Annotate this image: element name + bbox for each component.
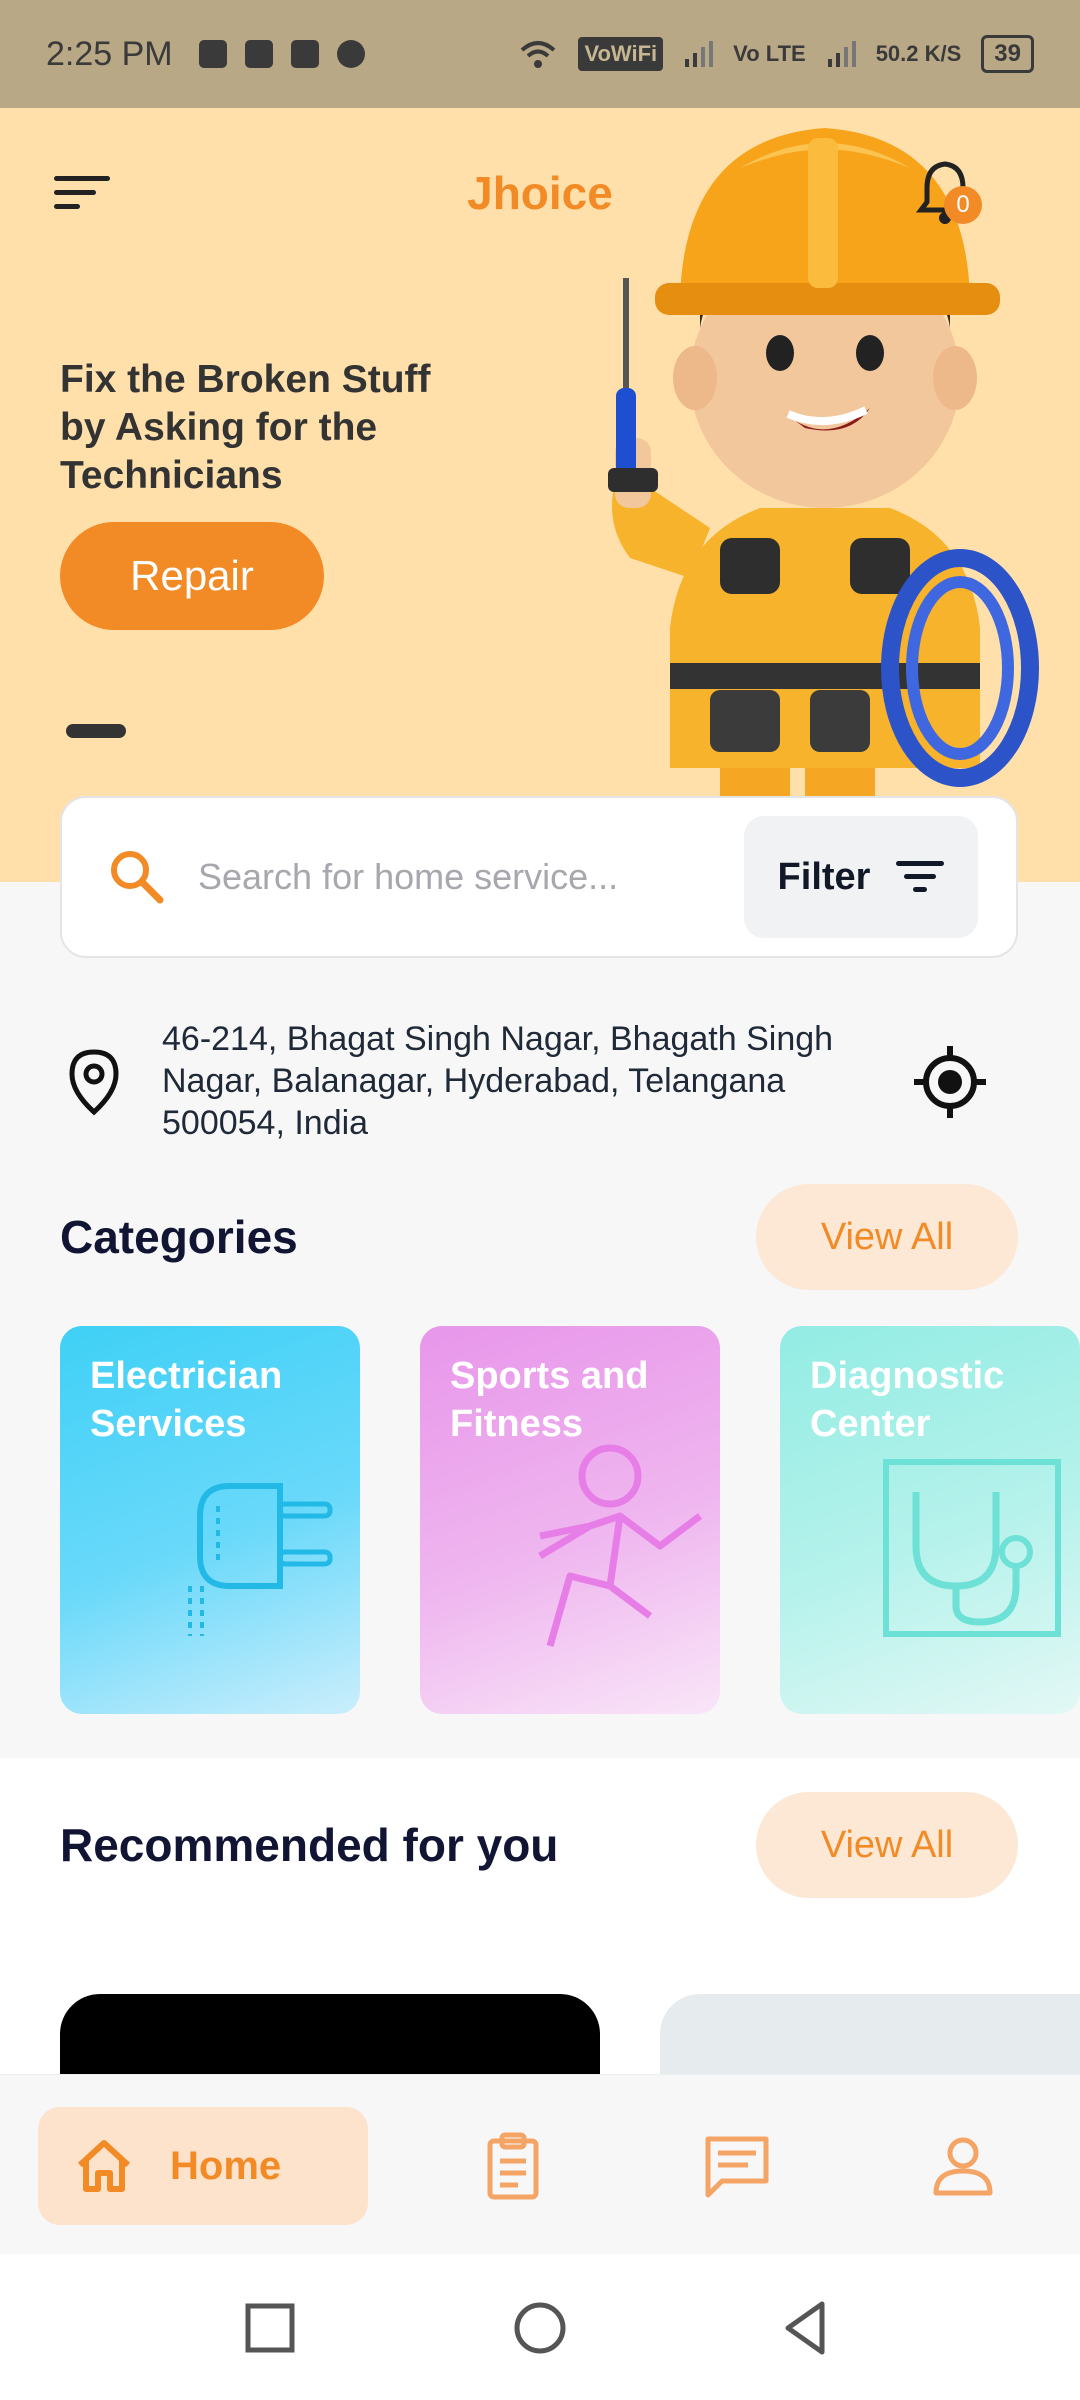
address-text: 46-214, Bhagat Singh Nagar, Bhagath Sing… [162, 1020, 834, 1142]
home-icon [77, 2140, 131, 2192]
stethoscope-icon [883, 1459, 1061, 1637]
signal-icon [685, 41, 714, 67]
bottom-navigation: Home [0, 2074, 1080, 2255]
category-label: Sports and Fitness [450, 1355, 649, 1445]
plug-icon [188, 1483, 333, 1636]
status-time: 2:25 PM [46, 34, 173, 73]
network-speed: 50.2 K/S [875, 41, 962, 66]
hero-banner: Jhoice 0 Fix the Broken Stuff by Asking … [0, 108, 1080, 882]
recommended-view-all-button[interactable]: View All [756, 1792, 1018, 1898]
category-diagnostic-center[interactable]: Diagnostic Center [780, 1326, 1080, 1714]
signal-icon-2 [827, 41, 856, 67]
volte-badge: Vo LTE [733, 41, 806, 66]
nav-home-label: Home [170, 2143, 282, 2188]
categories-view-all-button[interactable]: View All [756, 1184, 1018, 1290]
publisher-app-icon [244, 40, 273, 68]
nav-home-tab[interactable]: Home [38, 2107, 368, 2225]
gallery-app-icon [290, 40, 319, 68]
categories-title: Categories [60, 1211, 298, 1263]
filter-label: Filter [777, 855, 871, 898]
recommended-title: Recommended for you [60, 1819, 559, 1871]
category-sports-fitness[interactable]: Sports and Fitness [420, 1326, 720, 1714]
filter-button[interactable]: Filter [744, 816, 978, 938]
search-icon [111, 851, 164, 904]
search-bar: Filter [60, 796, 1018, 958]
filter-icon [896, 861, 945, 892]
status-bar: 2:25 PM VoWiFi Vo LTE 50.2 K/S 39 [0, 0, 1080, 108]
category-electrician[interactable]: Electrician Services [60, 1326, 360, 1714]
technician-illustration [608, 128, 1039, 882]
carousel-indicator[interactable] [66, 724, 126, 738]
clipboard-icon[interactable] [478, 2131, 548, 2201]
running-person-icon [538, 1444, 703, 1647]
category-label: Diagnostic Center [810, 1355, 1005, 1445]
recents-icon[interactable] [240, 2298, 300, 2358]
notification-badge: 0 [944, 186, 982, 224]
chat-icon[interactable] [702, 2131, 772, 2201]
shield-icon [198, 40, 227, 68]
locate-me-icon[interactable] [912, 1044, 988, 1120]
system-navigation-bar [0, 2254, 1080, 2400]
profile-icon[interactable] [928, 2131, 998, 2201]
hero-title: Fix the Broken Stuff by Asking for the T… [60, 358, 431, 497]
current-location: 46-214, Bhagat Singh Nagar, Bhagath Sing… [60, 1012, 1020, 1152]
vowifi-badge: VoWiFi [578, 37, 664, 71]
wifi-icon [521, 41, 556, 68]
repair-button[interactable]: Repair [60, 522, 324, 630]
category-label: Electrician Services [90, 1355, 283, 1445]
back-icon[interactable] [776, 2298, 836, 2358]
sync-icon [336, 40, 365, 68]
battery-indicator: 39 [981, 35, 1034, 73]
search-input[interactable] [196, 855, 744, 899]
home-system-icon[interactable] [510, 2298, 570, 2358]
location-pin-icon [69, 1049, 119, 1116]
